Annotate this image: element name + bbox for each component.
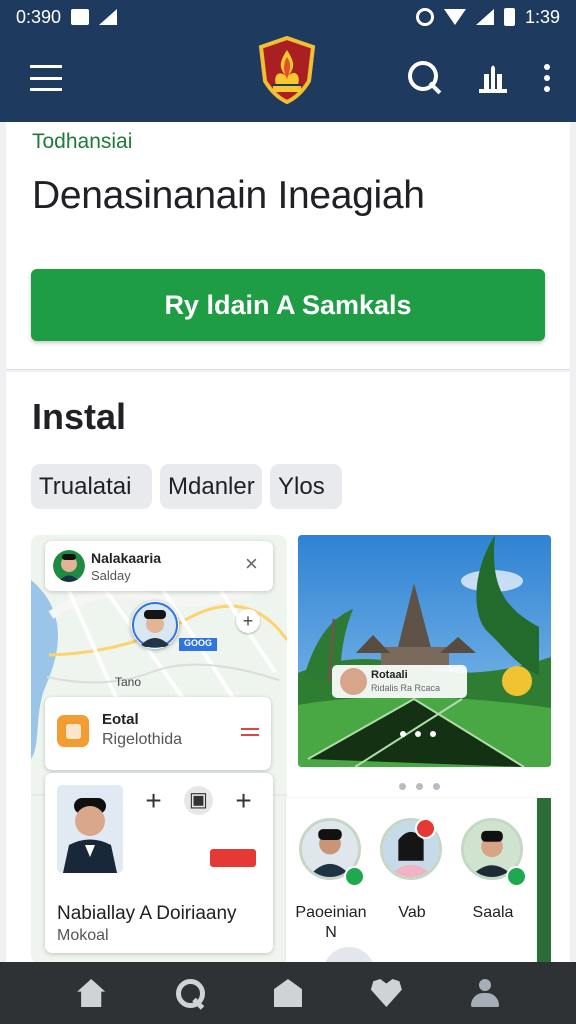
status-right: 1:39 — [415, 6, 560, 28]
filter-chip[interactable]: Trualatai — [31, 464, 152, 509]
section-title: Instal — [32, 396, 127, 437]
add-secondary-icon[interactable]: + — [229, 786, 258, 815]
alarm-icon — [415, 8, 434, 26]
hero-card: Todhansiai Denasinanain Ineagiah Ry ldai… — [6, 122, 570, 370]
map-user-card[interactable]: Nalakaaria Salday × — [45, 541, 273, 591]
status-left-text: 0:390 — [16, 6, 62, 27]
hero-title: Denasinanain Ineagiah — [32, 174, 425, 217]
filter-chip[interactable]: Ylos — [270, 464, 342, 509]
live-badge — [210, 849, 256, 867]
place-icon — [57, 715, 89, 747]
primary-cta-button[interactable]: Ry ldain A Samkals — [31, 269, 545, 341]
sim-icon — [71, 9, 90, 25]
member-list: Paoeinian N Vab Saala — [286, 798, 536, 964]
profile-name: Nabiallay A Doiriaany — [57, 903, 237, 924]
status-bar: 0:390 1:39 — [0, 0, 576, 34]
nav-profile[interactable] — [467, 976, 503, 1010]
nav-store[interactable] — [270, 976, 306, 1010]
battery-icon — [503, 8, 515, 26]
install-section: Instal Trualatai Mdanler Ylos Nalakaaria — [6, 372, 570, 964]
profile-icon — [469, 978, 501, 1008]
bottom-navigation — [0, 962, 576, 1024]
place-subtitle: Rigelothida — [102, 731, 183, 748]
government-emblem-logo — [258, 36, 316, 104]
member-name-extra: N — [325, 924, 337, 941]
app-screen: 0:390 1:39 Todhansiai Denasinanain Ineag… — [0, 0, 576, 1024]
notification-badge — [415, 818, 436, 839]
map-person-pin[interactable] — [131, 601, 179, 649]
heart-icon — [370, 979, 402, 1007]
map-user-name: Nalakaaria — [91, 550, 162, 566]
filter-chips: Trualatai Mdanler Ylos — [31, 464, 342, 509]
menu-icon[interactable] — [30, 65, 62, 91]
home-icon — [77, 979, 106, 1007]
add-location-icon[interactable]: + — [236, 609, 260, 633]
hero-eyebrow: Todhansiai — [32, 130, 133, 153]
overlay-name: Rotaali — [371, 669, 408, 681]
status-time: 1:39 — [524, 6, 560, 27]
nav-favorites[interactable] — [368, 976, 404, 1010]
more-icon[interactable] — [544, 64, 550, 92]
profile-card[interactable]: + ▣ + Nabiallay A Doiriaany Mokoal — [45, 773, 273, 953]
member-name: Saala — [472, 904, 514, 921]
profile-photo — [57, 785, 123, 873]
search-icon[interactable] — [408, 61, 442, 95]
add-icon[interactable]: + — [139, 786, 168, 815]
scroll-edge — [537, 798, 551, 964]
photo-overlay-card[interactable]: Rotaali Ridalis Ra Rcaca — [332, 665, 467, 698]
status-left: 0:390 — [16, 6, 118, 28]
verified-badge — [344, 866, 365, 887]
app-bar — [0, 34, 576, 122]
overlay-subtitle: Ridalis Ra Rcaca — [371, 683, 441, 693]
photo-dots — [400, 731, 436, 737]
favorite-icon[interactable] — [502, 666, 532, 696]
nav-home[interactable] — [73, 976, 109, 1010]
menu-small-icon[interactable] — [241, 728, 259, 736]
filter-chip[interactable]: Mdanler — [160, 464, 262, 509]
member-name: Paoeinian — [295, 904, 367, 921]
image-icon[interactable]: ▣ — [184, 786, 213, 815]
close-icon[interactable]: × — [245, 553, 263, 577]
map-location-tag: GOOG — [179, 638, 217, 651]
overlay-avatar — [340, 668, 367, 695]
map-user-subtitle: Salday — [91, 568, 131, 583]
carousel-pager — [399, 783, 440, 790]
place-name: Eotal — [102, 711, 139, 728]
palace-photo-tile[interactable]: Rotaali Ridalis Ra Rcaca — [298, 535, 551, 767]
signal-icon — [99, 9, 118, 25]
app-actions — [408, 61, 550, 95]
profile-role: Mokoal — [57, 927, 109, 944]
place-card[interactable]: Eotal Rigelothida — [45, 697, 271, 770]
user-avatar — [53, 550, 85, 582]
wifi-icon — [443, 9, 466, 25]
member-name: Vab — [398, 904, 426, 921]
profile-actions: + ▣ + — [139, 786, 258, 815]
bank-icon[interactable] — [476, 62, 510, 94]
map-place-label: Tano — [115, 675, 142, 689]
map-preview-tile[interactable]: Nalakaaria Salday × GOOG + Tano Eotal Ri… — [31, 535, 287, 964]
store-icon — [273, 979, 302, 1007]
cell-signal-icon — [475, 9, 494, 25]
nav-search[interactable] — [172, 976, 208, 1010]
verified-badge — [506, 866, 527, 887]
search-icon — [174, 977, 206, 1009]
